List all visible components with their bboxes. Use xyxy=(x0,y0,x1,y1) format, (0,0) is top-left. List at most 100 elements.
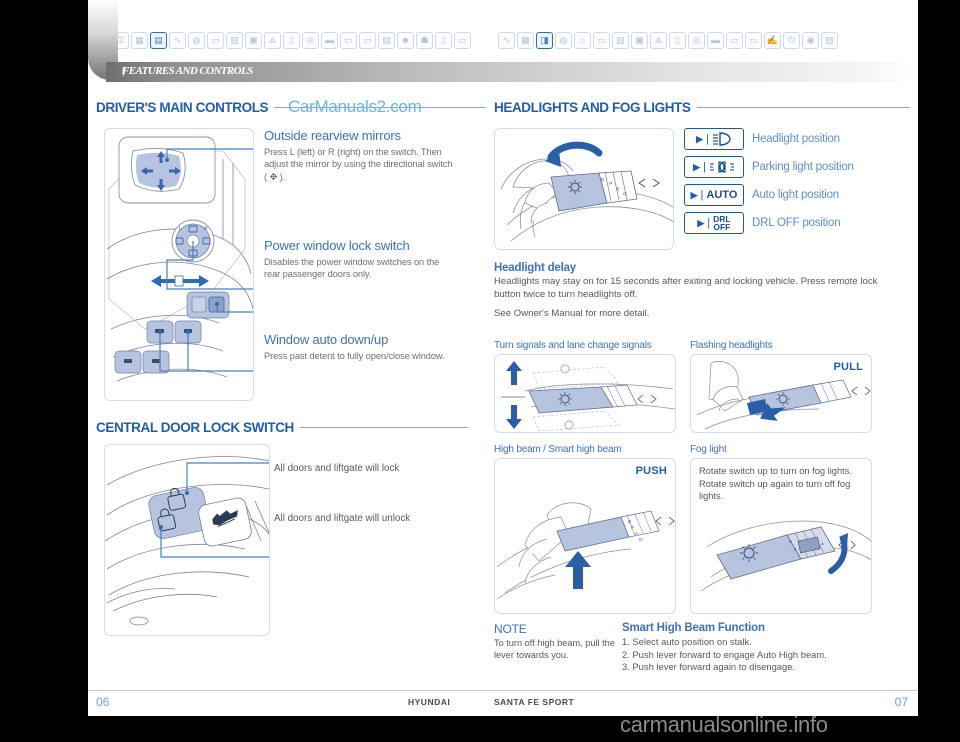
console-icon[interactable]: ▥ xyxy=(612,32,629,49)
position-label: Headlight position xyxy=(752,133,840,145)
manual-icon[interactable]: ▨ xyxy=(821,32,838,49)
callout-body: Press L (left) or R (right) on the switc… xyxy=(264,147,453,182)
header-bar: | FEATURES AND CONTROLS xyxy=(106,62,918,82)
panel-caption-flashing-headlights: Flashing headlights xyxy=(690,340,773,351)
power-icon[interactable]: ⏻ xyxy=(783,32,800,49)
play-triangle-icon: ▶ xyxy=(693,161,701,172)
position-chip: ▶ | xyxy=(684,156,744,178)
mirror-icon[interactable]: ◍ xyxy=(188,32,205,49)
smart-high-beam-title: Smart High Beam Function xyxy=(622,622,765,634)
position-chip: ▶ | DRL OFF xyxy=(684,212,744,234)
svg-text:R: R xyxy=(204,226,208,232)
panel-caption-turn-signals: Turn signals and lane change signals xyxy=(494,340,652,351)
svg-text:P: P xyxy=(794,547,797,552)
headlight-position-row: ▶ | AUTO Auto light position xyxy=(684,184,854,206)
trunk-icon[interactable]: ▭ xyxy=(359,32,376,49)
separator-bar: | xyxy=(703,161,706,173)
page-number-right: 07 xyxy=(894,695,908,709)
header-tick-icon: | xyxy=(122,65,124,77)
audio-icon[interactable]: ▬ xyxy=(707,32,724,49)
headlight-position-row: ▶ | DRL OFF DRL OFF position xyxy=(684,212,854,234)
fog-light-illustration: DP A Rotate switch up to turn on fog ligh… xyxy=(690,458,872,614)
usb-icon[interactable]: ▯ xyxy=(669,32,686,49)
usb-icon[interactable]: ▯ xyxy=(283,32,300,49)
note-block: NOTE To turn off high beam, pull the lev… xyxy=(494,622,616,662)
driver-icon[interactable]: ☻ xyxy=(397,32,414,49)
sunroof-icon[interactable]: ▣ xyxy=(245,32,262,49)
position-chip: ▶ | AUTO xyxy=(684,184,744,206)
headlight-delay-body-2: See Owner's Manual for more detail. xyxy=(494,307,650,319)
callout-body: Disables the power window switches on th… xyxy=(264,257,440,280)
headlight-delay-body-1: Headlights may stay on for 15 seconds af… xyxy=(494,276,878,300)
audio-icon[interactable]: ▬ xyxy=(321,32,338,49)
seat-icon[interactable]: ▭ xyxy=(207,32,224,49)
camera-icon[interactable]: ⌂ xyxy=(574,32,591,49)
note-title: NOTE xyxy=(494,622,527,636)
model-label: SANTA FE SPORT xyxy=(494,697,575,707)
antenna-icon[interactable]: ⟁ xyxy=(650,32,667,49)
dashboard-icon[interactable]: ▦ xyxy=(517,32,534,49)
console-icon[interactable]: ▥ xyxy=(226,32,243,49)
trunk-icon[interactable]: ▭ xyxy=(745,32,762,49)
note-body: To turn off high beam, pull the lever to… xyxy=(494,638,615,661)
antenna-icon[interactable]: ⟁ xyxy=(264,32,281,49)
wiper-icon[interactable]: ∿ xyxy=(498,32,515,49)
page-number-left: 06 xyxy=(96,695,110,709)
watermark-top: CarManuals2.com xyxy=(288,97,422,116)
key-icon[interactable]: ⚿ xyxy=(112,32,129,49)
vehicle-icon[interactable]: ▭ xyxy=(454,32,471,49)
cargo-icon[interactable]: ▤ xyxy=(378,32,395,49)
play-triangle-icon: ▶ xyxy=(697,217,705,228)
door-lock-connector-lines xyxy=(270,456,410,566)
callout-outside-rearview-mirrors: Outside rearview mirrors Press L (left) … xyxy=(264,128,454,183)
callout-power-window-lock-switch: Power window lock switch Disables the po… xyxy=(264,238,454,281)
dashboard-icon[interactable]: ▦ xyxy=(131,32,148,49)
brand-label: HYUNDAI xyxy=(408,697,451,707)
panel-caption-fog-light: Fog light xyxy=(690,444,727,455)
mirror-icon[interactable]: ◍ xyxy=(555,32,572,49)
callout-title: Outside rearview mirrors xyxy=(264,128,401,143)
callout-title: Window auto down/up xyxy=(264,332,389,347)
steering-icon[interactable]: ◎ xyxy=(688,32,705,49)
svg-text:A: A xyxy=(635,531,638,536)
section-title-central-door-lock-switch: CENTRAL DOOR LOCK SWITCH xyxy=(96,420,468,435)
lights-icon[interactable]: ◨ xyxy=(536,32,553,49)
smart-high-beam-step: 1. Select auto position on stalk. xyxy=(622,636,752,647)
child-seat-icon[interactable]: ☗ xyxy=(416,32,433,49)
title-rule xyxy=(299,427,468,428)
headlight-stalk-illustration: D P A O xyxy=(494,128,674,250)
callout-window-auto-down-up: Window auto down/up Press past detent to… xyxy=(264,332,454,362)
driver-door-panel-illustration: L R xyxy=(104,128,254,401)
svg-text:L: L xyxy=(179,226,182,232)
play-triangle-icon: ▶ xyxy=(696,133,704,144)
chip-text: AUTO xyxy=(706,189,738,201)
title-rule xyxy=(696,107,910,108)
svg-text:O: O xyxy=(639,537,643,542)
parking-light-symbol-icon xyxy=(709,161,734,173)
play-triangle-icon: ▶ xyxy=(690,189,698,200)
position-chip: ▶ | xyxy=(684,128,744,150)
wiper-icon[interactable]: ∿ xyxy=(169,32,186,49)
position-label: Auto light position xyxy=(752,189,839,201)
seat-icon[interactable]: ▭ xyxy=(593,32,610,49)
svg-text:D: D xyxy=(789,539,792,544)
screen-icon[interactable]: ▭ xyxy=(726,32,743,49)
brush-icon[interactable]: ✍ xyxy=(764,32,781,49)
high-beam-illustration: DP AO PUSH xyxy=(494,458,676,614)
door-icon[interactable]: ▯ xyxy=(435,32,452,49)
sunroof-icon[interactable]: ▣ xyxy=(631,32,648,49)
smart-high-beam-step: 2. Push lever forward to engage Auto Hig… xyxy=(622,648,827,660)
steering-icon[interactable]: ◎ xyxy=(302,32,319,49)
left-column: DRIVER'S MAIN CONTROLS CarManuals2.com L… xyxy=(96,97,486,636)
headlight-position-row: ▶ | Parking light position xyxy=(684,156,854,178)
chip-text: DRL OFF xyxy=(713,213,731,232)
screen-icon[interactable]: ▭ xyxy=(340,32,357,49)
header-title: FEATURES AND CONTROLS xyxy=(122,65,253,77)
gauge-icon[interactable]: ◉ xyxy=(802,32,819,49)
svg-text:P: P xyxy=(631,525,634,530)
smart-high-beam-step: 3. Push lever forward again to disengage… xyxy=(622,661,796,673)
manual-page: ⚿ ▦ ▤ ∿ ◍ ▭ ▥ ▣ ⟁ ▯ ◎ ▬ ▭ ▭ ▤ ☻ ☗ ▯ ▭ ∿ ▦ ◨ ◍ ⌂ ▭ ▥ ▣ ⟁ ▯ ◎ ▬ ▭ ▭ ✍ ⏻ ◉ ▨ |… xyxy=(88,0,918,716)
watermark-bottom: carmanualsonline.info xyxy=(620,712,828,737)
smart-high-beam-block: Smart High Beam Function 1. Select auto … xyxy=(622,622,902,674)
seat-controls-icon[interactable]: ▤ xyxy=(150,32,167,49)
